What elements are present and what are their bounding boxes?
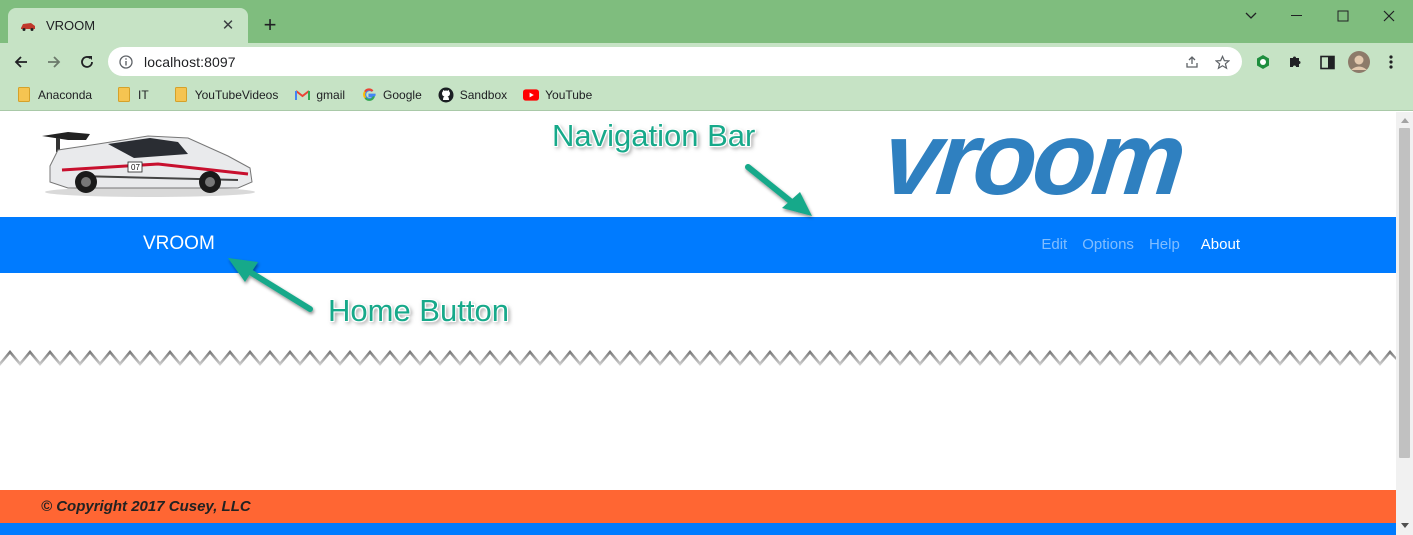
bookmark-youtube[interactable]: YouTube: [515, 83, 600, 107]
car-favicon-icon: [20, 20, 36, 32]
browser-tabstrip: VROOM ✕ +: [0, 0, 1413, 43]
github-icon: [438, 87, 454, 103]
vroom-logo: vroom: [884, 118, 1188, 204]
google-icon: [361, 87, 377, 103]
side-panel-icon[interactable]: [1314, 49, 1340, 75]
back-icon[interactable]: [8, 49, 34, 75]
nav-link-edit[interactable]: Edit: [1041, 235, 1067, 255]
scrollbar-thumb[interactable]: [1399, 128, 1410, 458]
folder-icon: [16, 87, 32, 103]
bookmark-youtubevideos[interactable]: YouTubeVideos: [165, 83, 287, 107]
bookmark-label: YouTube: [545, 87, 593, 102]
browser-tab[interactable]: VROOM ✕: [8, 8, 248, 43]
bookmark-label: gmail: [316, 87, 346, 102]
scroll-up-arrow-icon[interactable]: [1396, 113, 1413, 127]
nav-link-help[interactable]: Help: [1149, 235, 1180, 255]
puzzle-icon[interactable]: [1282, 49, 1308, 75]
bookmark-label: IT: [138, 87, 149, 102]
home-button-callout: Home Button: [328, 293, 509, 328]
navigation-bar-callout: Navigation Bar: [552, 118, 756, 153]
bookmark-sandbox[interactable]: Sandbox: [430, 83, 515, 107]
bookmark-google[interactable]: Google: [353, 83, 430, 107]
forward-icon[interactable]: [41, 49, 67, 75]
scroll-down-arrow-icon[interactable]: [1396, 518, 1413, 532]
url-text: localhost:8097: [144, 53, 236, 70]
address-bar[interactable]: localhost:8097: [108, 47, 1242, 76]
copyright-text: © Copyright 2017 Cusey, LLC: [41, 498, 251, 515]
page-viewport: 07 vroom VROOM Edit Options Help About N…: [0, 112, 1396, 535]
share-icon[interactable]: [1182, 53, 1202, 71]
info-icon[interactable]: [118, 54, 134, 70]
bookmark-anaconda[interactable]: Anaconda: [8, 83, 100, 107]
minimize-icon[interactable]: [1274, 6, 1320, 26]
folder-icon: [173, 87, 189, 103]
footer: © Copyright 2017 Cusey, LLC: [0, 490, 1396, 523]
folder-icon: [116, 87, 132, 103]
star-icon[interactable]: [1212, 53, 1232, 71]
new-tab-button[interactable]: +: [258, 14, 282, 38]
nav-link-options[interactable]: Options: [1082, 235, 1134, 255]
browser-toolbar: localhost:8097: [0, 43, 1413, 79]
gmail-icon: [294, 87, 310, 103]
tab-close-icon[interactable]: ✕: [220, 17, 236, 34]
vertical-scrollbar[interactable]: [1396, 112, 1413, 535]
bookmark-label: Google: [383, 87, 422, 102]
bookmark-label: YouTubeVideos: [194, 87, 279, 102]
bookmark-label: Sandbox: [459, 87, 508, 102]
navigation-bar-arrow: [745, 164, 812, 216]
svg-text:vroom: vroom: [884, 118, 1188, 204]
home-button[interactable]: VROOM: [143, 233, 215, 255]
torn-edge-divider: [0, 350, 1396, 366]
race-car-image: 07: [42, 132, 255, 197]
profile-avatar[interactable]: [1346, 49, 1372, 75]
chevron-down-icon[interactable]: [1228, 6, 1274, 26]
nav-links: Edit Options Help About: [1026, 235, 1240, 255]
bookmark-gmail[interactable]: gmail: [286, 83, 353, 107]
close-icon[interactable]: [1366, 6, 1412, 26]
extension-green-icon[interactable]: [1250, 49, 1276, 75]
navigation-bar: VROOM Edit Options Help About: [0, 217, 1396, 273]
bookmark-label: Anaconda: [38, 87, 93, 102]
bookmarks-bar: Anaconda IT YouTubeVideos gmail Google S…: [0, 79, 1413, 111]
reload-icon[interactable]: [74, 49, 100, 75]
svg-text:07: 07: [131, 163, 140, 172]
nav-link-about[interactable]: About: [1201, 235, 1240, 255]
bookmark-it[interactable]: IT: [108, 83, 157, 107]
youtube-icon: [523, 87, 540, 103]
footer-bottom-bar: [0, 523, 1396, 535]
maximize-icon[interactable]: [1320, 6, 1366, 26]
tab-title: VROOM: [46, 18, 96, 33]
kebab-menu-icon[interactable]: [1378, 49, 1404, 75]
